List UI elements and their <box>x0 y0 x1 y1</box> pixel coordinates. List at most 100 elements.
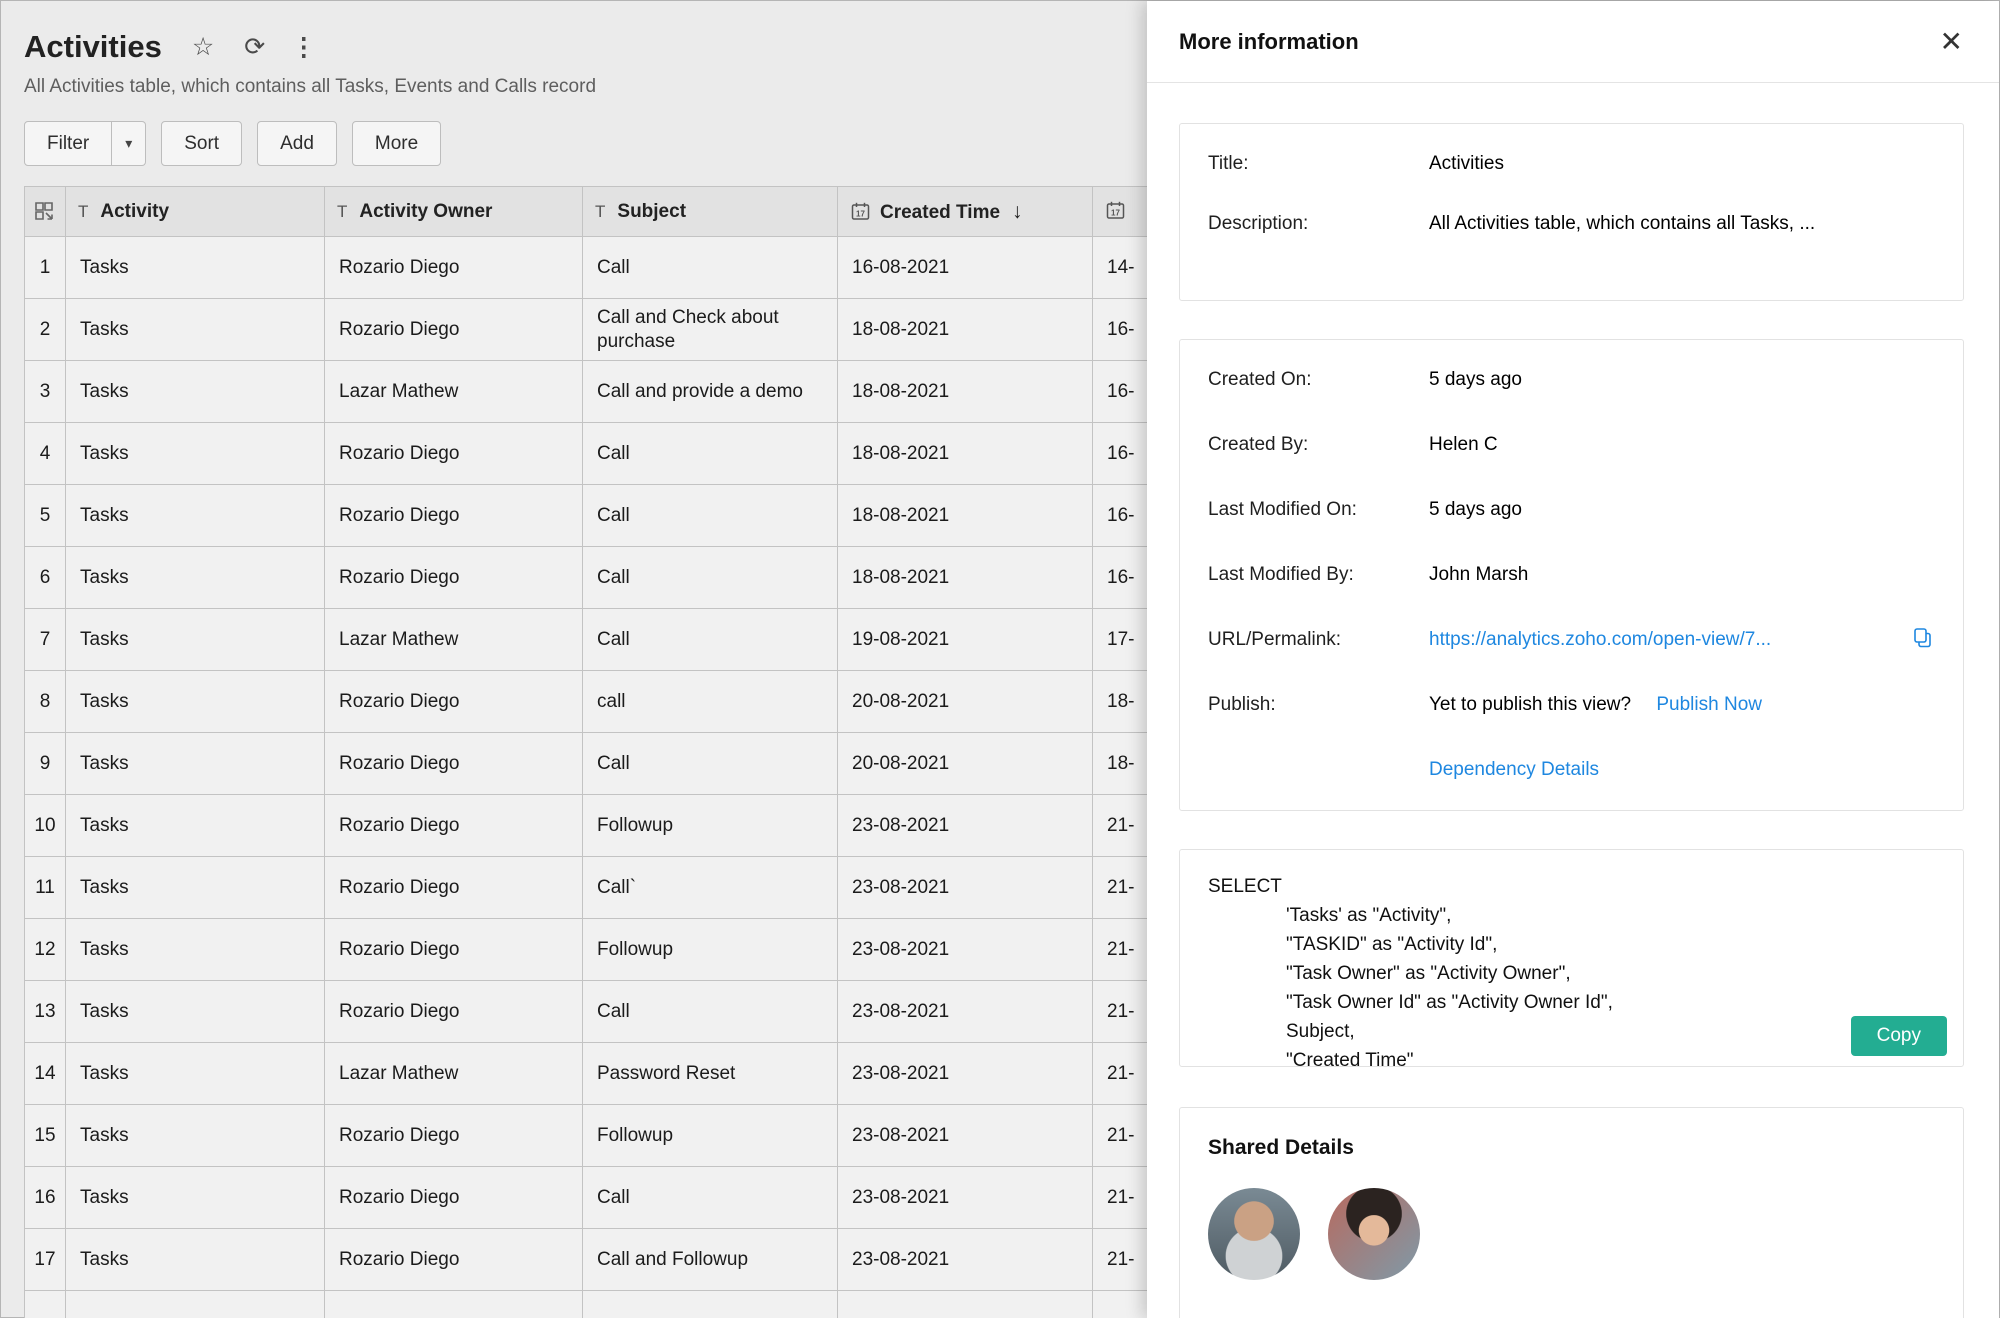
copy-sql-button[interactable]: Copy <box>1850 1016 1947 1056</box>
cell-owner: Rozario Diego <box>324 1228 583 1291</box>
cell-created: 18-08-2021 <box>837 422 1093 485</box>
cell-activity: Tasks <box>65 236 325 299</box>
select-all-header[interactable] <box>24 186 66 237</box>
cell-created: 23-08-2021 <box>837 1042 1093 1105</box>
modified-on-label: Last Modified On: <box>1208 499 1357 520</box>
cell-subject: Followup <box>582 1104 838 1167</box>
filter-split-button: Filter ▾ <box>24 121 147 166</box>
shared-user-avatar[interactable] <box>1208 1188 1300 1280</box>
cell-owner: Rozario Diego <box>324 298 583 361</box>
cell-activity: Tasks <box>65 1166 325 1229</box>
sql-line: Subject, <box>1286 1021 1355 1042</box>
title-label: Title: <box>1208 153 1249 174</box>
cell-owner: Rozario Diego <box>324 1166 583 1229</box>
copy-url-icon[interactable] <box>1911 626 1935 655</box>
cell-num: 2 <box>24 298 66 361</box>
refresh-icon[interactable]: ⟳ <box>244 27 265 67</box>
column-header-activity-owner[interactable]: T Activity Owner <box>324 186 583 237</box>
calendar-icon: 17 <box>851 202 870 220</box>
calendar-icon: 17 <box>1106 201 1125 219</box>
cell-owner: Rozario Diego <box>324 794 583 857</box>
cell-num: 5 <box>24 484 66 547</box>
cell-subject: Call <box>582 980 838 1043</box>
cell-subject: call <box>582 670 838 733</box>
column-header-created-time[interactable]: 17 Created Time ↓ <box>837 186 1093 237</box>
panel-header: More information ✕ <box>1147 1 1999 83</box>
sort-button[interactable]: Sort <box>161 121 243 166</box>
cell-created: 18-08-2021 <box>837 360 1093 423</box>
cell-num: 17 <box>24 1228 66 1291</box>
cell-num: 11 <box>24 856 66 919</box>
cell-created: 23-08-2021 <box>837 918 1093 981</box>
cell-num: 15 <box>24 1104 66 1167</box>
cell-activity: Tasks <box>65 794 325 857</box>
cell-activity: Tasks <box>65 608 325 671</box>
grid-select-icon <box>35 201 53 220</box>
cell-num: 7 <box>24 608 66 671</box>
cell-subject: Call <box>582 1166 838 1229</box>
cell-owner: Rozario Diego <box>324 856 583 919</box>
cell-activity: Tasks <box>65 1228 325 1291</box>
dependency-details-link[interactable]: Dependency Details <box>1429 758 1599 782</box>
cell-num: 3 <box>24 360 66 423</box>
publish-label: Publish: <box>1208 694 1276 715</box>
cell-owner: Rozario Diego <box>324 732 583 795</box>
svg-text:17: 17 <box>1111 209 1120 218</box>
cell-subject: Followup <box>582 794 838 857</box>
cell-created: 19-08-2021 <box>837 608 1093 671</box>
cell-owner: Rozario Diego <box>324 236 583 299</box>
publish-status-text: Yet to publish this view? <box>1429 694 1632 715</box>
close-icon[interactable]: ✕ <box>1940 27 1963 56</box>
cell-created: 23-08-2021 <box>837 1104 1093 1167</box>
panel-title: More information <box>1179 28 1359 54</box>
cell-num: 4 <box>24 422 66 485</box>
shared-avatars <box>1208 1188 1935 1280</box>
shared-user-avatar[interactable] <box>1328 1188 1420 1280</box>
sql-line: "Task Owner" as "Activity Owner", <box>1286 963 1571 984</box>
cell-activity: Tasks <box>65 360 325 423</box>
cell-created: 16-08-2021 <box>837 236 1093 299</box>
cell-subject: Call and provide a demo <box>582 360 838 423</box>
meta-card: Created On: 5 days ago Created By: Helen… <box>1179 339 1964 811</box>
info-card: Title: Activities Description: All Activ… <box>1179 123 1964 301</box>
text-type-icon: T <box>78 201 89 221</box>
cell-activity: Tasks <box>65 484 325 547</box>
text-type-icon: T <box>595 201 606 221</box>
sql-line: SELECT <box>1208 876 1282 897</box>
cell-owner: Rozario Diego <box>324 546 583 609</box>
sql-card: SELECT 'Tasks' as "Activity", "TASKID" as … <box>1179 849 1964 1067</box>
filter-dropdown-button[interactable]: ▾ <box>112 121 147 166</box>
add-button[interactable]: Add <box>257 121 337 166</box>
more-button[interactable]: More <box>351 121 442 166</box>
cell-owner: Rozario Diego <box>324 1104 583 1167</box>
page-title: Activities <box>24 29 162 64</box>
created-on-label: Created On: <box>1208 369 1312 390</box>
cell-num: 16 <box>24 1166 66 1229</box>
cell-created: 23-08-2021 <box>837 980 1093 1043</box>
favorite-star-icon[interactable]: ☆ <box>192 27 214 67</box>
cell-num: 1 <box>24 236 66 299</box>
cell-activity: Tasks <box>65 918 325 981</box>
cell-owner: Lazar Mathew <box>324 608 583 671</box>
permalink-link[interactable]: https://analytics.zoho.com/open-view/7..… <box>1429 628 1771 652</box>
cell-created: 23-08-2021 <box>837 856 1093 919</box>
cell-subject: Call <box>582 236 838 299</box>
sql-line: "Task Owner Id" as "Activity Owner Id", <box>1286 992 1613 1013</box>
publish-now-link[interactable]: Publish Now <box>1656 694 1762 715</box>
cell-subject: Followup <box>582 918 838 981</box>
cell-subject: Call <box>582 546 838 609</box>
cell-num: 6 <box>24 546 66 609</box>
sort-desc-icon: ↓ <box>1012 199 1023 223</box>
cell-activity: Tasks <box>65 980 325 1043</box>
kebab-menu-icon[interactable]: ⋮ <box>291 27 316 67</box>
column-header-subject[interactable]: T Subject <box>582 186 838 237</box>
cell-num: 13 <box>24 980 66 1043</box>
cell-created: 18-08-2021 <box>837 484 1093 547</box>
created-by-label: Created By: <box>1208 434 1309 455</box>
svg-text:17: 17 <box>856 209 865 218</box>
cell-activity: Tasks <box>65 422 325 485</box>
column-header-activity[interactable]: T Activity <box>65 186 325 237</box>
cell-activity: Tasks <box>65 732 325 795</box>
filter-button[interactable]: Filter <box>24 121 113 166</box>
cell-activity: Tasks <box>65 856 325 919</box>
